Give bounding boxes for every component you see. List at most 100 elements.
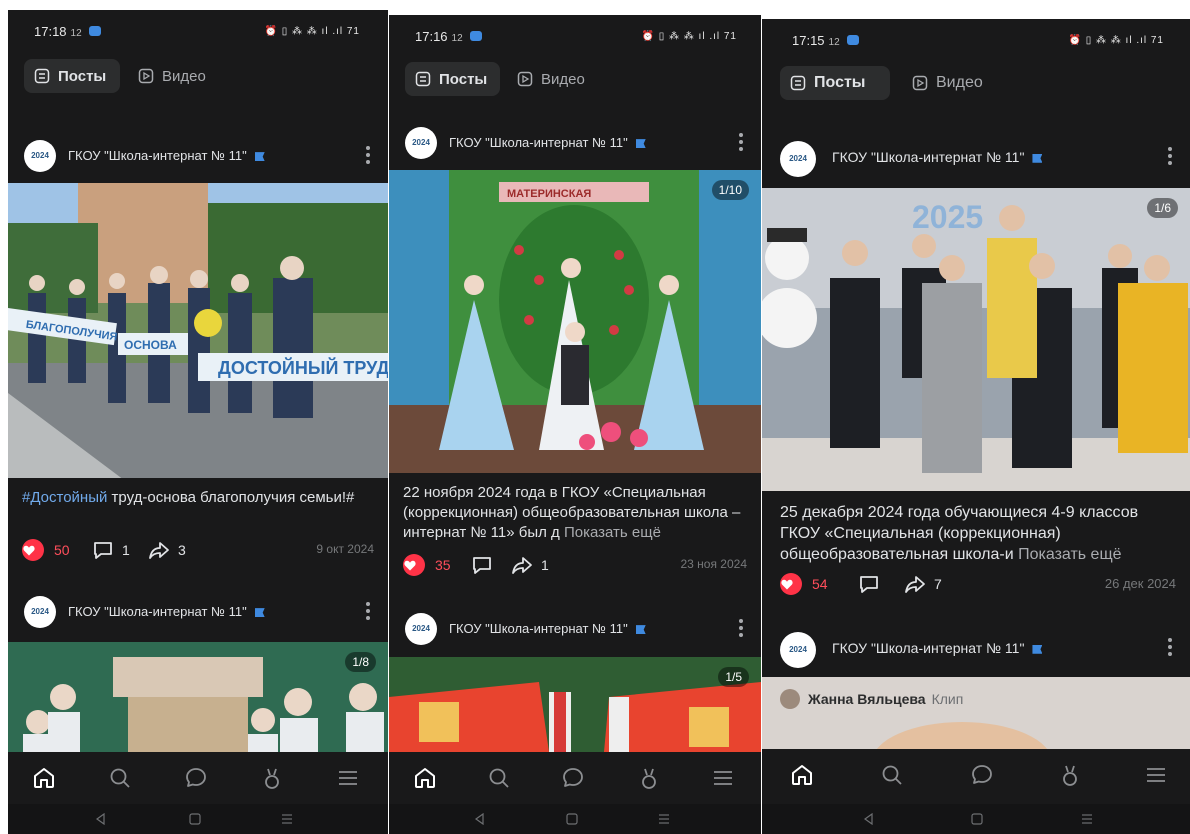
back-icon[interactable] bbox=[862, 813, 876, 825]
post-author[interactable]: ГКОУ "Школа-интернат № 11" bbox=[68, 604, 265, 619]
community-avatar[interactable]: 2024 bbox=[405, 127, 437, 159]
post-author[interactable]: ГКОУ "Школа-интернат № 11" bbox=[68, 148, 265, 163]
share-icon bbox=[149, 542, 169, 559]
post-author[interactable]: ГКОУ "Школа-интернат № 11" bbox=[832, 640, 1043, 656]
post-hashtag[interactable]: #Достойный bbox=[22, 489, 107, 506]
post-text: 25 декабря 2024 года обучающиеся 4-9 кла… bbox=[780, 504, 1139, 563]
more-options-icon[interactable] bbox=[366, 146, 370, 166]
post-date: 9 окт 2024 bbox=[316, 542, 374, 556]
share-button[interactable]: 1 bbox=[511, 553, 549, 577]
share-icon bbox=[512, 557, 532, 574]
post-header: 2024 ГКОУ "Школа-интернат № 11" bbox=[8, 136, 388, 176]
posts-icon bbox=[34, 68, 50, 84]
tab-video-label: Видео bbox=[541, 70, 585, 88]
like-button[interactable]: 54 bbox=[780, 572, 828, 596]
tab-posts[interactable]: Посты bbox=[24, 59, 120, 93]
system-nav-bar bbox=[762, 804, 1190, 834]
recents-icon[interactable] bbox=[657, 813, 671, 825]
home-system-icon[interactable] bbox=[565, 813, 579, 825]
share-button[interactable]: 3 bbox=[148, 538, 186, 562]
post-text: 22 ноября 2024 года в ГКОУ «Специальная … bbox=[403, 484, 741, 541]
system-nav-bar bbox=[8, 804, 388, 834]
menu-icon[interactable] bbox=[709, 764, 737, 792]
community-avatar[interactable]: 2024 bbox=[405, 613, 437, 645]
post-photo[interactable]: 1/5 bbox=[389, 657, 761, 752]
tab-video[interactable]: Видео bbox=[507, 62, 603, 96]
menu-icon[interactable] bbox=[334, 764, 362, 792]
home-icon[interactable] bbox=[788, 761, 816, 789]
tab-video[interactable]: Видео bbox=[128, 59, 224, 93]
post-photo[interactable]: 1/8 bbox=[8, 642, 388, 752]
more-options-icon[interactable] bbox=[739, 133, 743, 153]
photo-counter: 1/6 bbox=[1147, 198, 1178, 218]
verified-flag-icon bbox=[254, 608, 265, 618]
svg-text:2025: 2025 bbox=[912, 199, 983, 235]
more-options-icon[interactable] bbox=[366, 602, 370, 622]
post-author[interactable]: ГКОУ "Школа-интернат № 11" bbox=[449, 135, 646, 150]
status-icons: ⏰ ▯ ⁂ ⁂ ıl .ıl 71 bbox=[1068, 35, 1164, 46]
like-button[interactable]: 50 bbox=[22, 538, 70, 562]
share-button[interactable]: 7 bbox=[904, 572, 942, 596]
clips-icon[interactable] bbox=[635, 764, 663, 792]
search-icon[interactable] bbox=[106, 764, 134, 792]
post-photo[interactable]: БЛАГОПОЛУЧИЯ ОСНОВА ДОСТОЙНЫЙ ТРУД bbox=[8, 183, 388, 478]
clips-icon[interactable] bbox=[258, 764, 286, 792]
tab-video[interactable]: Видео bbox=[902, 66, 1012, 100]
search-icon[interactable] bbox=[878, 761, 906, 789]
messages-icon[interactable] bbox=[968, 761, 996, 789]
like-button[interactable]: 35 bbox=[403, 553, 451, 577]
home-icon[interactable] bbox=[30, 764, 58, 792]
app-icon bbox=[470, 31, 483, 41]
messages-icon[interactable] bbox=[559, 764, 587, 792]
back-icon[interactable] bbox=[473, 813, 487, 825]
tab-posts[interactable]: Посты bbox=[780, 66, 890, 100]
post-author[interactable]: ГКОУ "Школа-интернат № 11" bbox=[449, 621, 646, 636]
messages-icon[interactable] bbox=[182, 764, 210, 792]
phone-screen-2: 17:16 12 ⏰ ▯ ⁂ ⁂ ıl .ıl 71 Посты Видео 20… bbox=[389, 15, 761, 834]
comment-button[interactable] bbox=[471, 553, 501, 577]
back-icon[interactable] bbox=[94, 813, 108, 825]
comment-icon bbox=[94, 542, 112, 559]
app-icon bbox=[89, 26, 102, 36]
show-more-link[interactable]: Показать ещё bbox=[1018, 546, 1121, 563]
tab-video-label: Видео bbox=[936, 74, 983, 91]
post-author[interactable]: ГКОУ "Школа-интернат № 11" bbox=[832, 149, 1043, 165]
clips-icon[interactable] bbox=[1056, 761, 1084, 789]
clip-author[interactable]: Жанна Вяльцева Клип bbox=[808, 691, 963, 707]
home-system-icon[interactable] bbox=[970, 813, 984, 825]
photo-image: БЛАГОПОЛУЧИЯ ОСНОВА ДОСТОЙНЫЙ ТРУД bbox=[8, 183, 388, 478]
posts-icon bbox=[415, 71, 431, 87]
svg-text:ДОСТОЙНЫЙ ТРУД: ДОСТОЙНЫЙ ТРУД bbox=[218, 357, 388, 378]
tab-posts[interactable]: Посты bbox=[405, 62, 500, 96]
more-options-icon[interactable] bbox=[739, 619, 743, 639]
more-options-icon[interactable] bbox=[1168, 147, 1172, 167]
clip-preview[interactable]: Жанна Вяльцева Клип bbox=[762, 677, 1190, 749]
system-nav-bar bbox=[389, 804, 761, 834]
comment-button[interactable] bbox=[858, 572, 888, 596]
show-more-link[interactable]: Показать ещё bbox=[564, 524, 661, 541]
status-icons: ⏰ ▯ ⁂ ⁂ ıl .ıl 71 bbox=[264, 26, 360, 37]
phone-screen-1: 17:18 12 ⏰ ▯ ⁂ ⁂ ıl .ıl 71 Посты Видео 20… bbox=[8, 10, 388, 834]
home-icon[interactable] bbox=[411, 764, 439, 792]
home-system-icon[interactable] bbox=[188, 813, 202, 825]
more-options-icon[interactable] bbox=[1168, 638, 1172, 658]
recents-icon[interactable] bbox=[280, 813, 294, 825]
photo-counter: 1/10 bbox=[711, 180, 749, 200]
community-avatar[interactable]: 2024 bbox=[780, 141, 816, 177]
community-avatar[interactable]: 2024 bbox=[24, 140, 56, 172]
heart-icon bbox=[22, 539, 44, 561]
post-photo[interactable]: 2025 1/6 bbox=[762, 188, 1190, 491]
clip-author-avatar bbox=[780, 689, 800, 709]
community-avatar[interactable]: 2024 bbox=[24, 596, 56, 628]
video-icon bbox=[138, 68, 154, 84]
video-icon bbox=[912, 75, 928, 91]
comment-button[interactable]: 1 bbox=[92, 538, 130, 562]
menu-icon[interactable] bbox=[1142, 761, 1170, 789]
clip-face bbox=[872, 722, 1052, 749]
post-photo[interactable]: МАТЕРИНСКАЯ 1/10 bbox=[389, 170, 761, 473]
photo-image bbox=[389, 657, 761, 752]
community-avatar[interactable]: 2024 bbox=[780, 632, 816, 668]
recents-icon[interactable] bbox=[1080, 813, 1094, 825]
search-icon[interactable] bbox=[485, 764, 513, 792]
verified-flag-icon bbox=[635, 625, 646, 635]
